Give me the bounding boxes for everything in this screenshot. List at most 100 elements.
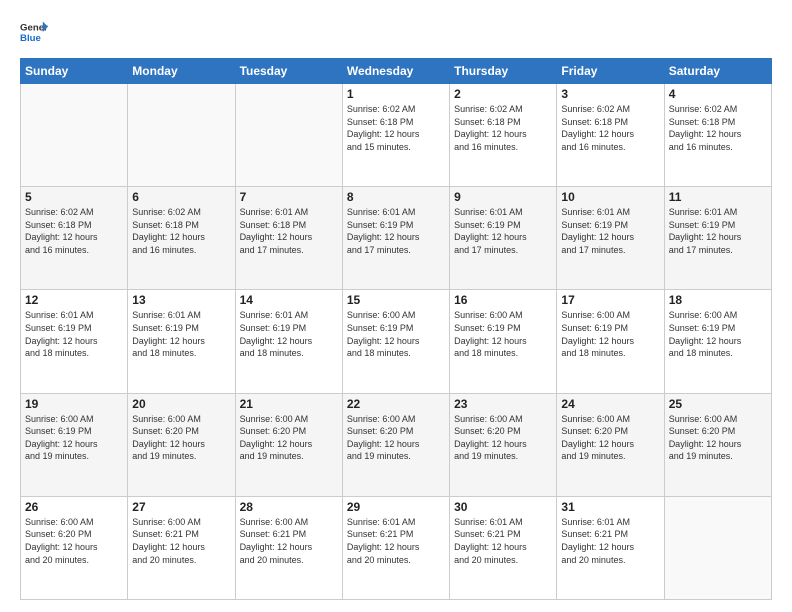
day-info: Sunrise: 6:01 AMSunset: 6:19 PMDaylight:… bbox=[25, 309, 123, 359]
day-number: 16 bbox=[454, 293, 552, 307]
day-info: Sunrise: 6:01 AMSunset: 6:21 PMDaylight:… bbox=[454, 516, 552, 566]
day-number: 2 bbox=[454, 87, 552, 101]
day-info: Sunrise: 6:00 AMSunset: 6:21 PMDaylight:… bbox=[132, 516, 230, 566]
day-of-week-header: Monday bbox=[128, 59, 235, 84]
day-number: 4 bbox=[669, 87, 767, 101]
day-info: Sunrise: 6:01 AMSunset: 6:21 PMDaylight:… bbox=[347, 516, 445, 566]
calendar-cell: 12 Sunrise: 6:01 AMSunset: 6:19 PMDayligh… bbox=[21, 290, 128, 393]
calendar-cell: 26 Sunrise: 6:00 AMSunset: 6:20 PMDayligh… bbox=[21, 496, 128, 599]
day-number: 9 bbox=[454, 190, 552, 204]
day-info: Sunrise: 6:00 AMSunset: 6:20 PMDaylight:… bbox=[454, 413, 552, 463]
day-number: 26 bbox=[25, 500, 123, 514]
calendar-cell: 4 Sunrise: 6:02 AMSunset: 6:18 PMDaylight… bbox=[664, 84, 771, 187]
calendar-cell: 31 Sunrise: 6:01 AMSunset: 6:21 PMDayligh… bbox=[557, 496, 664, 599]
day-info: Sunrise: 6:01 AMSunset: 6:19 PMDaylight:… bbox=[240, 309, 338, 359]
calendar-cell: 3Sunrise: 6:02 AMSunset: 6:18 PMDaylight… bbox=[557, 84, 664, 187]
calendar-cell bbox=[21, 84, 128, 187]
day-info: Sunrise: 6:02 AMSunset: 6:18 PMDaylight:… bbox=[25, 206, 123, 256]
day-number: 7 bbox=[240, 190, 338, 204]
day-of-week-header: Sunday bbox=[21, 59, 128, 84]
day-number: 18 bbox=[669, 293, 767, 307]
day-number: 23 bbox=[454, 397, 552, 411]
day-info: Sunrise: 6:00 AMSunset: 6:19 PMDaylight:… bbox=[561, 309, 659, 359]
day-number: 13 bbox=[132, 293, 230, 307]
day-number: 8 bbox=[347, 190, 445, 204]
calendar-cell: 14 Sunrise: 6:01 AMSunset: 6:19 PMDayligh… bbox=[235, 290, 342, 393]
calendar-cell: 28 Sunrise: 6:00 AMSunset: 6:21 PMDayligh… bbox=[235, 496, 342, 599]
header: General Blue bbox=[20, 18, 772, 46]
calendar-cell: 7 Sunrise: 6:01 AMSunset: 6:18 PMDaylight… bbox=[235, 187, 342, 290]
calendar-cell: 11 Sunrise: 6:01 AMSunset: 6:19 PMDayligh… bbox=[664, 187, 771, 290]
calendar-cell: 27 Sunrise: 6:00 AMSunset: 6:21 PMDayligh… bbox=[128, 496, 235, 599]
general-blue-icon: General Blue bbox=[20, 18, 48, 46]
day-number: 25 bbox=[669, 397, 767, 411]
day-number: 30 bbox=[454, 500, 552, 514]
day-info: Sunrise: 6:02 AMSunset: 6:18 PMDaylight:… bbox=[669, 103, 767, 153]
day-number: 11 bbox=[669, 190, 767, 204]
day-info: Sunrise: 6:01 AMSunset: 6:19 PMDaylight:… bbox=[669, 206, 767, 256]
calendar-cell: 20Sunrise: 6:00 AMSunset: 6:20 PMDayligh… bbox=[128, 393, 235, 496]
day-of-week-header: Wednesday bbox=[342, 59, 449, 84]
logo: General Blue bbox=[20, 18, 48, 46]
day-info: Sunrise: 6:00 AMSunset: 6:20 PMDaylight:… bbox=[25, 516, 123, 566]
day-of-week-header: Tuesday bbox=[235, 59, 342, 84]
calendar-cell: 23 Sunrise: 6:00 AMSunset: 6:20 PMDayligh… bbox=[450, 393, 557, 496]
day-number: 14 bbox=[240, 293, 338, 307]
calendar-cell: 5 Sunrise: 6:02 AMSunset: 6:18 PMDaylight… bbox=[21, 187, 128, 290]
day-number: 31 bbox=[561, 500, 659, 514]
day-of-week-header: Friday bbox=[557, 59, 664, 84]
calendar-cell: 18 Sunrise: 6:00 AMSunset: 6:19 PMDayligh… bbox=[664, 290, 771, 393]
day-number: 19 bbox=[25, 397, 123, 411]
day-number: 27 bbox=[132, 500, 230, 514]
day-number: 28 bbox=[240, 500, 338, 514]
calendar-table: SundayMondayTuesdayWednesdayThursdayFrid… bbox=[20, 58, 772, 600]
day-info: Sunrise: 6:01 AMSunset: 6:19 PMDaylight:… bbox=[347, 206, 445, 256]
day-number: 1 bbox=[347, 87, 445, 101]
day-info: Sunrise: 6:01 AMSunset: 6:19 PMDaylight:… bbox=[132, 309, 230, 359]
calendar-cell bbox=[128, 84, 235, 187]
calendar-cell: 15Sunrise: 6:00 AMSunset: 6:19 PMDayligh… bbox=[342, 290, 449, 393]
calendar-week-row: 26 Sunrise: 6:00 AMSunset: 6:20 PMDayligh… bbox=[21, 496, 772, 599]
day-info: Sunrise: 6:02 AMSunset: 6:18 PMDaylight:… bbox=[347, 103, 445, 153]
calendar-week-row: 1 Sunrise: 6:02 AMSunset: 6:18 PMDaylight… bbox=[21, 84, 772, 187]
day-number: 5 bbox=[25, 190, 123, 204]
day-number: 29 bbox=[347, 500, 445, 514]
day-info: Sunrise: 6:00 AMSunset: 6:20 PMDaylight:… bbox=[561, 413, 659, 463]
calendar-cell: 6Sunrise: 6:02 AMSunset: 6:18 PMDaylight… bbox=[128, 187, 235, 290]
calendar-cell: 17 Sunrise: 6:00 AMSunset: 6:19 PMDayligh… bbox=[557, 290, 664, 393]
day-number: 12 bbox=[25, 293, 123, 307]
calendar-cell: 9 Sunrise: 6:01 AMSunset: 6:19 PMDaylight… bbox=[450, 187, 557, 290]
calendar-cell: 8 Sunrise: 6:01 AMSunset: 6:19 PMDaylight… bbox=[342, 187, 449, 290]
calendar-cell: 16Sunrise: 6:00 AMSunset: 6:19 PMDayligh… bbox=[450, 290, 557, 393]
calendar-cell: 21 Sunrise: 6:00 AMSunset: 6:20 PMDayligh… bbox=[235, 393, 342, 496]
calendar-cell bbox=[664, 496, 771, 599]
calendar-cell: 22Sunrise: 6:00 AMSunset: 6:20 PMDayligh… bbox=[342, 393, 449, 496]
calendar-cell: 29 Sunrise: 6:01 AMSunset: 6:21 PMDayligh… bbox=[342, 496, 449, 599]
day-info: Sunrise: 6:01 AMSunset: 6:19 PMDaylight:… bbox=[454, 206, 552, 256]
day-info: Sunrise: 6:00 AMSunset: 6:19 PMDaylight:… bbox=[347, 309, 445, 359]
day-info: Sunrise: 6:02 AMSunset: 6:18 PMDaylight:… bbox=[561, 103, 659, 153]
day-number: 6 bbox=[132, 190, 230, 204]
calendar-week-row: 12 Sunrise: 6:01 AMSunset: 6:19 PMDayligh… bbox=[21, 290, 772, 393]
calendar-week-row: 19Sunrise: 6:00 AMSunset: 6:19 PMDayligh… bbox=[21, 393, 772, 496]
calendar-cell: 2 Sunrise: 6:02 AMSunset: 6:18 PMDaylight… bbox=[450, 84, 557, 187]
calendar-cell bbox=[235, 84, 342, 187]
day-of-week-header: Thursday bbox=[450, 59, 557, 84]
day-number: 17 bbox=[561, 293, 659, 307]
calendar-week-row: 5 Sunrise: 6:02 AMSunset: 6:18 PMDaylight… bbox=[21, 187, 772, 290]
day-number: 21 bbox=[240, 397, 338, 411]
day-info: Sunrise: 6:00 AMSunset: 6:21 PMDaylight:… bbox=[240, 516, 338, 566]
day-info: Sunrise: 6:01 AMSunset: 6:19 PMDaylight:… bbox=[561, 206, 659, 256]
day-info: Sunrise: 6:00 AMSunset: 6:19 PMDaylight:… bbox=[669, 309, 767, 359]
day-info: Sunrise: 6:01 AMSunset: 6:21 PMDaylight:… bbox=[561, 516, 659, 566]
day-info: Sunrise: 6:01 AMSunset: 6:18 PMDaylight:… bbox=[240, 206, 338, 256]
calendar-header-row: SundayMondayTuesdayWednesdayThursdayFrid… bbox=[21, 59, 772, 84]
calendar-cell: 13 Sunrise: 6:01 AMSunset: 6:19 PMDayligh… bbox=[128, 290, 235, 393]
page: General Blue SundayMondayTuesdayWednesda… bbox=[0, 0, 792, 612]
day-info: Sunrise: 6:02 AMSunset: 6:18 PMDaylight:… bbox=[454, 103, 552, 153]
calendar-cell: 10 Sunrise: 6:01 AMSunset: 6:19 PMDayligh… bbox=[557, 187, 664, 290]
day-info: Sunrise: 6:00 AMSunset: 6:20 PMDaylight:… bbox=[240, 413, 338, 463]
day-number: 10 bbox=[561, 190, 659, 204]
calendar-cell: 19Sunrise: 6:00 AMSunset: 6:19 PMDayligh… bbox=[21, 393, 128, 496]
day-info: Sunrise: 6:00 AMSunset: 6:20 PMDaylight:… bbox=[347, 413, 445, 463]
